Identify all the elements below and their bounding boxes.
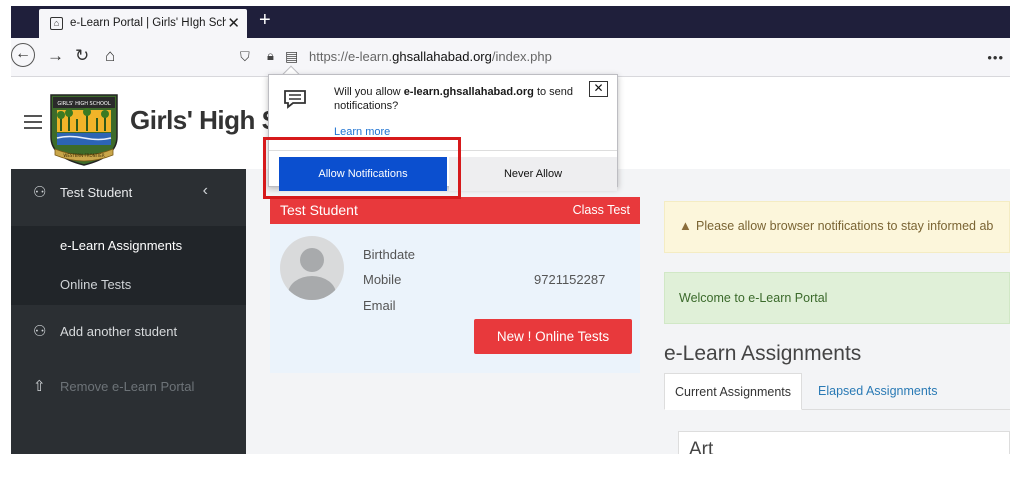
logo-top-text: GIRLS' HIGH SCHOOL	[57, 101, 111, 107]
hamburger-menu-icon[interactable]	[24, 115, 42, 129]
warning-icon: ▲	[679, 218, 692, 233]
sidebar-item-online-tests[interactable]: Online Tests	[11, 265, 246, 305]
sidebar: ⚇ Test Student ‹ e-Learn Assignments Onl…	[11, 169, 246, 454]
mobile-value: 9721152287	[534, 272, 606, 287]
student-name: Test Student	[280, 202, 358, 218]
never-allow-button[interactable]: Never Allow	[449, 157, 617, 191]
close-icon[interactable]: ✕	[589, 81, 608, 97]
users-icon: ⚇	[33, 323, 47, 340]
lock-icon[interactable]: 🔒︎	[267, 48, 274, 64]
popup-message: Will you allow e-learn.ghsallahabad.org …	[334, 85, 584, 113]
browser-window: ⌂ e-Learn Portal | Girls' HIgh Scho ✕ + …	[11, 6, 1010, 454]
sidebar-student[interactable]: ⚇ Test Student ‹	[11, 173, 246, 213]
leaf-favicon-icon: ⌂	[50, 17, 63, 30]
online-tests-button[interactable]: New ! Online Tests	[474, 319, 632, 354]
back-button[interactable]: ←	[11, 43, 35, 67]
sidebar-item-add-student[interactable]: ⚇ Add another student	[11, 312, 246, 352]
home-button[interactable]: ⌂	[105, 46, 115, 66]
sidebar-item-remove-portal[interactable]: ⇧ Remove e-Learn Portal	[11, 367, 246, 407]
logo-motto-text: WESTERN FRONTIER	[63, 153, 104, 158]
share-icon: ⇧	[33, 378, 46, 395]
tab-strip: ⌂ e-Learn Portal | Girls' HIgh Scho ✕ +	[11, 6, 1010, 38]
address-bar[interactable]: 🔒︎ ▤ https://e-learn.ghsallahabad.org/in…	[259, 44, 1010, 70]
student-card-header: Test Student Class Test	[270, 197, 640, 224]
avatar	[280, 236, 344, 300]
browser-tab[interactable]: ⌂ e-Learn Portal | Girls' HIgh Scho ✕	[39, 9, 247, 38]
tab-elapsed-assignments[interactable]: Elapsed Assignments	[808, 373, 948, 410]
chevron-left-icon[interactable]: ‹	[203, 182, 208, 200]
highlight-annotation-box	[263, 137, 461, 199]
avatar-body	[288, 276, 336, 300]
welcome-alert: Welcome to e-Learn Portal	[664, 272, 1010, 324]
screenshot: ⌂ e-Learn Portal | Girls' HIgh Scho ✕ + …	[0, 0, 1024, 489]
student-class: Class Test	[572, 203, 630, 217]
subject-name: Art	[689, 439, 714, 454]
sidebar-student-name: Test Student	[60, 185, 133, 200]
assignments-title: e-Learn Assignments	[664, 342, 862, 365]
student-card: Test Student Class Test Birthdate Mobile…	[270, 197, 640, 373]
subject-card-art[interactable]: Art	[678, 431, 1010, 454]
email-label: Email	[363, 298, 396, 313]
popup-message-prefix: Will you allow	[334, 86, 404, 98]
mobile-label: Mobile	[363, 272, 402, 287]
navigation-bar: ← → ↻ ⌂ ⛉ 🔒︎ ▤ https://e-learn.ghsallaha…	[11, 38, 1010, 77]
tab-title: e-Learn Portal | Girls' HIgh Scho	[70, 17, 226, 29]
assignment-tabs: Current Assignments Elapsed Assignments	[664, 373, 1010, 410]
sidebar-item-label: Online Tests	[60, 277, 132, 292]
sidebar-item-assignments[interactable]: e-Learn Assignments	[11, 226, 246, 266]
notification-warning-alert: ▲ Please allow browser notifications to …	[664, 201, 1010, 253]
url-domain: ghsallahabad.org	[392, 49, 492, 64]
sidebar-item-label: Add another student	[60, 324, 178, 339]
url-text[interactable]: https://e-learn.ghsallahabad.org/index.p…	[309, 49, 552, 64]
sidebar-item-label: e-Learn Assignments	[60, 238, 183, 253]
sidebar-item-label: Remove e-Learn Portal	[60, 379, 195, 394]
school-logo: GIRLS' HIGH SCHOOL WESTERN FRONTIER	[50, 94, 118, 166]
tracking-shield-icon[interactable]: ⛉	[240, 49, 250, 65]
main-content: Test Student Class Test Birthdate Mobile…	[246, 169, 1010, 454]
new-tab-button[interactable]: +	[259, 9, 271, 32]
birthdate-label: Birthdate	[363, 247, 416, 262]
page-actions-menu-icon[interactable]: •••	[987, 50, 1004, 65]
close-tab-icon[interactable]: ✕	[227, 14, 240, 32]
popup-message-domain: e-learn.ghsallahabad.org	[403, 86, 534, 98]
forward-button[interactable]: →	[47, 46, 64, 66]
reload-button[interactable]: ↻	[75, 46, 89, 66]
url-host: https://e-learn.	[309, 49, 393, 64]
notification-chat-icon	[284, 90, 306, 109]
user-icon: ⚇	[33, 184, 47, 201]
url-path: /index.php	[491, 49, 552, 64]
avatar-head	[300, 248, 324, 272]
notification-permission-icon[interactable]: ▤	[285, 48, 298, 65]
warning-text: Please allow browser notifications to st…	[696, 219, 994, 233]
welcome-text: Welcome to e-Learn Portal	[679, 291, 828, 305]
tab-current-assignments[interactable]: Current Assignments	[664, 373, 803, 410]
